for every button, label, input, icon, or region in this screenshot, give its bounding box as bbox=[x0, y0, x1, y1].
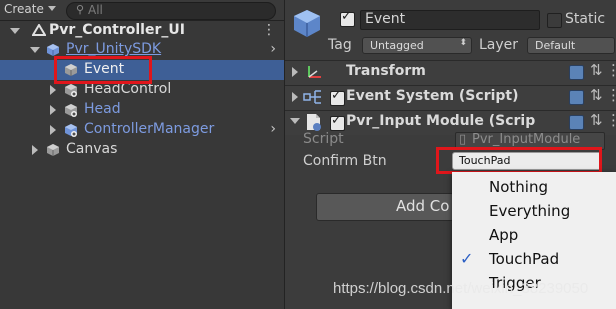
tag-dropdown-value: Untagged bbox=[370, 39, 424, 52]
collapse-arrow-icon[interactable] bbox=[50, 85, 56, 95]
menu-item-label: TouchPad bbox=[489, 250, 560, 268]
more-menu-icon[interactable]: ⋮ bbox=[606, 111, 616, 129]
hierarchy-item[interactable]: Head bbox=[0, 100, 284, 120]
expand-arrow-icon[interactable] bbox=[10, 28, 20, 34]
check-icon: ✓ bbox=[341, 9, 352, 24]
script-icon bbox=[307, 114, 321, 131]
confirm-btn-label: Confirm Btn bbox=[303, 153, 387, 169]
prefab-cube-icon bbox=[65, 124, 77, 137]
collapse-arrow-icon[interactable] bbox=[292, 92, 298, 102]
chevron-right-icon[interactable]: › bbox=[270, 121, 276, 137]
gameobject-large-icon bbox=[294, 10, 320, 37]
static-label: Static bbox=[565, 11, 606, 27]
help-book-icon[interactable] bbox=[569, 65, 584, 80]
hierarchy-item-label: ControllerManager bbox=[84, 121, 215, 137]
help-book-icon[interactable] bbox=[569, 90, 584, 105]
menu-item-label: Everything bbox=[489, 202, 571, 220]
layer-label: Layer bbox=[479, 37, 519, 53]
static-checkbox[interactable] bbox=[547, 13, 562, 28]
script-file-icon: ▯ bbox=[459, 132, 467, 147]
collapse-arrow-icon[interactable] bbox=[50, 105, 56, 115]
menu-item-everything[interactable]: Everything bbox=[452, 200, 616, 222]
scene-menu-icon[interactable]: ⋮ bbox=[262, 22, 276, 38]
collapse-arrow-icon[interactable] bbox=[292, 67, 298, 77]
layer-dropdown[interactable]: Default bbox=[527, 37, 615, 54]
hierarchy-toolbar: Create ⚲ All bbox=[0, 0, 284, 21]
component-title: Pvr_Input Module (Scrip bbox=[346, 113, 536, 129]
dropdown-arrows-icon: ⬍ bbox=[459, 38, 467, 48]
highlight-box-dropdown bbox=[436, 147, 602, 174]
gameobject-cube-icon bbox=[65, 104, 77, 117]
check-icon: ✓ bbox=[331, 113, 342, 128]
hierarchy-item[interactable]: ControllerManager › bbox=[0, 120, 284, 140]
script-label: Script bbox=[303, 131, 344, 147]
more-menu-icon[interactable]: ⋮ bbox=[606, 86, 616, 104]
layer-dropdown-value: Default bbox=[535, 39, 576, 52]
component-title: Event System (Script) bbox=[346, 88, 519, 104]
search-icon: ⚲ bbox=[76, 3, 85, 16]
watermark-text: https://blog.csdn.net/weixin_38239050 bbox=[333, 280, 589, 297]
menu-item-nothing[interactable]: Nothing bbox=[452, 176, 616, 198]
menu-item-app[interactable]: App bbox=[452, 224, 616, 246]
gameobject-cube-icon bbox=[65, 84, 77, 97]
presets-icon[interactable]: ⇅ bbox=[590, 111, 603, 129]
highlight-box-event bbox=[54, 56, 152, 84]
help-book-icon[interactable] bbox=[569, 115, 584, 130]
presets-icon[interactable]: ⇅ bbox=[590, 86, 603, 104]
tag-dropdown[interactable]: Untagged ⬍ bbox=[362, 37, 472, 54]
expand-arrow-icon[interactable] bbox=[290, 118, 300, 124]
add-component-label: Add Co bbox=[396, 197, 450, 215]
collapse-arrow-icon[interactable] bbox=[50, 125, 56, 135]
hierarchy-search-placeholder: All bbox=[88, 3, 103, 17]
event-system-icon bbox=[303, 90, 321, 104]
tag-label: Tag bbox=[328, 37, 352, 53]
scene-row[interactable]: Pvr_Controller_UI ⋮ bbox=[0, 21, 284, 41]
collapse-arrow-icon[interactable] bbox=[32, 145, 38, 155]
component-header-transform[interactable] bbox=[285, 60, 616, 85]
script-value: Pvr_InputModule bbox=[472, 132, 581, 147]
chevron-right-icon[interactable]: › bbox=[270, 41, 276, 57]
object-name-value: Event bbox=[365, 11, 406, 27]
scene-name: Pvr_Controller_UI bbox=[49, 22, 185, 38]
hierarchy-item[interactable]: Canvas bbox=[0, 140, 284, 160]
menu-item-label: Nothing bbox=[489, 178, 548, 196]
menu-item-label: App bbox=[489, 226, 519, 244]
transform-icon bbox=[308, 66, 321, 78]
gameobject-cube-icon bbox=[47, 144, 59, 156]
hierarchy-item-label: Pvr_UnitySDK bbox=[66, 41, 162, 57]
more-menu-icon[interactable]: ⋮ bbox=[606, 61, 616, 79]
expand-arrow-icon[interactable] bbox=[30, 47, 40, 53]
create-button[interactable]: Create bbox=[4, 2, 44, 16]
presets-icon[interactable]: ⇅ bbox=[590, 61, 603, 79]
hierarchy-item-label: Head bbox=[84, 101, 121, 117]
prefab-cube-icon bbox=[47, 44, 59, 56]
hierarchy-item-label: Canvas bbox=[66, 141, 118, 157]
create-dropdown-arrow-icon[interactable] bbox=[48, 6, 56, 11]
unity-scene-icon bbox=[32, 24, 46, 36]
hierarchy-panel: Create ⚲ All Pvr_Controller_UI ⋮ Pvr_Uni… bbox=[0, 0, 285, 309]
check-icon: ✓ bbox=[331, 88, 342, 103]
check-icon: ✓ bbox=[460, 249, 474, 268]
menu-item-touchpad[interactable]: ✓ TouchPad bbox=[452, 248, 616, 270]
component-title: Transform bbox=[346, 63, 426, 79]
